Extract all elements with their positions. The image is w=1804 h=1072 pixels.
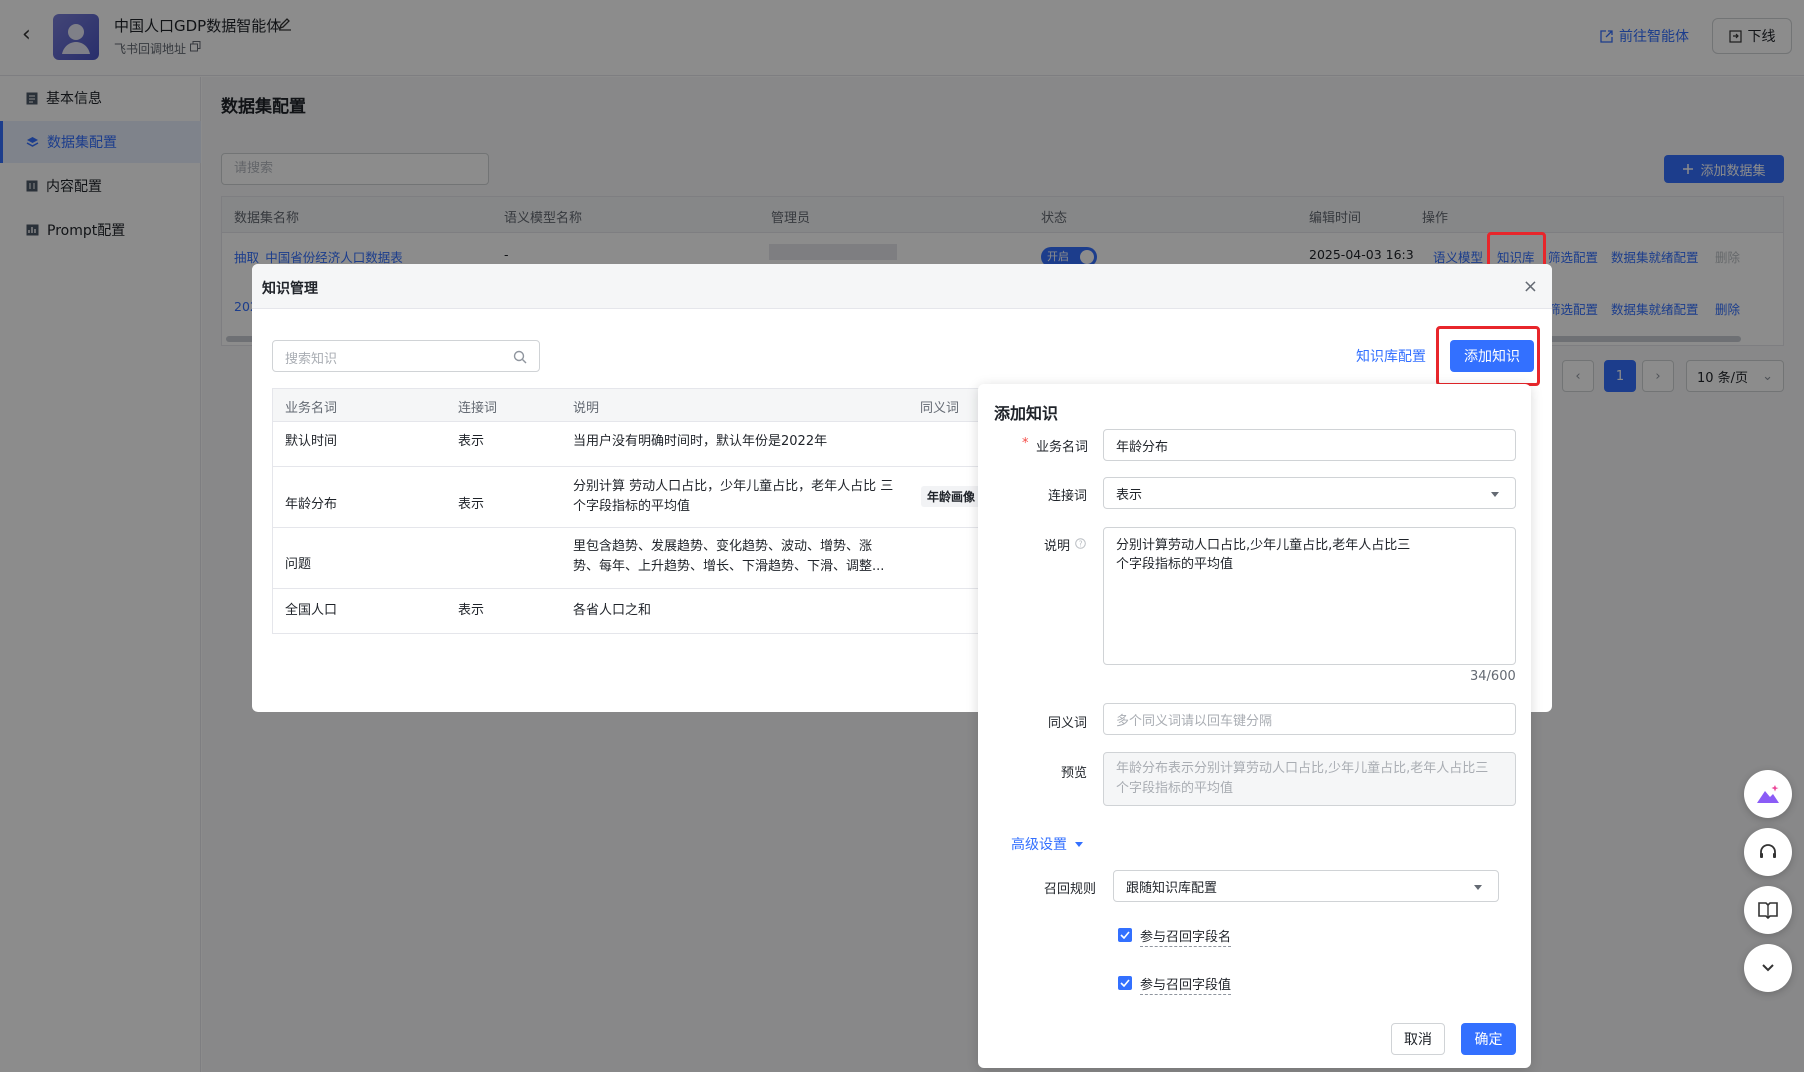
conn-cell: 表示 [458, 497, 485, 512]
chevron-down-icon [1762, 964, 1774, 972]
advanced-settings-toggle[interactable]: 高级设置 [1011, 834, 1083, 854]
knowledge-search-input[interactable]: 搜索知识 [272, 340, 540, 372]
column-header: 说明 [573, 401, 600, 416]
recall-rule-select[interactable]: 跟随知识库配置 [1113, 870, 1499, 902]
mountain-sparkle-icon [1757, 785, 1779, 803]
term-cell: 默认时间 [285, 434, 338, 449]
row-divider [273, 588, 1001, 589]
docs-button[interactable] [1744, 886, 1792, 934]
open-book-icon [1758, 902, 1778, 920]
preview-line: 年龄分布表示分别计算劳动人口占比,少年儿童占比,老年人占比三 [1116, 761, 1489, 776]
help-icon: ? [1075, 538, 1086, 549]
confirm-button[interactable]: 确定 [1461, 1023, 1516, 1055]
term-cell: 全国人口 [285, 603, 338, 618]
desc-cell-line1: 分别计算 劳动人口占比，少年儿童占比，老年人占比 三 [573, 479, 894, 494]
synonym-placeholder: 多个同义词请以回车键分隔 [1116, 713, 1273, 729]
search-icon [513, 350, 527, 364]
conn-cell: 表示 [458, 434, 485, 449]
collapse-button[interactable] [1744, 944, 1792, 992]
desc-textarea[interactable]: 分别计算劳动人口占比,少年儿童占比,老年人占比三 个字段指标的平均值 [1103, 527, 1516, 665]
conn-label: 连接词 [1048, 489, 1088, 504]
support-button[interactable] [1744, 828, 1792, 876]
desc-label: 说明 [1044, 539, 1071, 554]
advanced-settings-label: 高级设置 [1011, 837, 1067, 853]
checkmark-icon [1120, 931, 1130, 939]
recall-field-value-label[interactable]: 参与召回字段值 [1140, 974, 1232, 995]
search-placeholder: 搜索知识 [285, 352, 338, 367]
modal-title: 知识管理 [262, 281, 318, 297]
preview-box: 年龄分布表示分别计算劳动人口占比,少年儿童占比,老年人占比三 个字段指标的平均值 [1103, 752, 1516, 806]
desc-line: 分别计算劳动人口占比,少年儿童占比,老年人占比三 [1116, 538, 1411, 553]
column-header: 连接词 [458, 401, 498, 416]
desc-cell-line2: 个字段指标的平均值 [573, 499, 691, 514]
term-input[interactable]: 年龄分布 [1103, 429, 1516, 461]
svg-text:?: ? [1079, 539, 1083, 548]
row-divider [273, 527, 1001, 528]
synonym-tag: 年龄画像 [921, 486, 982, 507]
caret-down-icon [1075, 841, 1083, 847]
conn-value: 表示 [1116, 487, 1143, 503]
recall-field-value-checkbox[interactable] [1118, 976, 1132, 990]
term-cell: 问题 [285, 557, 312, 572]
desc-line: 个字段指标的平均值 [1116, 557, 1234, 572]
cancel-button[interactable]: 取消 [1391, 1023, 1445, 1055]
term-label: 业务名词 [1036, 440, 1089, 455]
checkmark-icon [1120, 979, 1130, 987]
modal-header: 知识管理 × [252, 264, 1552, 309]
desc-cell-line1: 里包含趋势、发展趋势、变化趋势、波动、增势、涨 [573, 539, 873, 554]
panel-title: 添加知识 [994, 404, 1059, 423]
ai-assistant-button[interactable] [1744, 770, 1792, 818]
desc-cell-line2: 势、每年、上升趋势、增长、下滑趋势、下滑、调整... [573, 559, 885, 574]
dropdown-caret-icon [1474, 885, 1482, 890]
char-counter: 34/600 [1470, 669, 1516, 684]
close-icon[interactable]: × [1523, 276, 1538, 297]
highlight-box-add-knowledge [1436, 326, 1540, 386]
recall-field-name-checkbox[interactable] [1118, 928, 1132, 942]
row-divider [273, 421, 1001, 422]
required-asterisk: * [1022, 436, 1029, 451]
desc-cell: 各省人口之和 [573, 603, 652, 618]
knowledge-table: 业务名词 连接词 说明 同义词 默认时间 表示 当用户没有明确时间时，默认年份是… [272, 388, 1002, 634]
row-divider [273, 466, 1001, 467]
dropdown-caret-icon [1491, 492, 1499, 497]
recall-rule-value: 跟随知识库配置 [1126, 880, 1218, 896]
synonym-label: 同义词 [1048, 716, 1088, 731]
headset-icon [1760, 844, 1776, 858]
table-header: 业务名词 连接词 说明 同义词 [273, 389, 1001, 421]
recall-rule-label: 召回规则 [1044, 882, 1097, 897]
column-header: 业务名词 [285, 401, 338, 416]
preview-line: 个字段指标的平均值 [1116, 781, 1234, 796]
recall-field-name-label[interactable]: 参与召回字段名 [1140, 926, 1232, 947]
term-cell: 年龄分布 [285, 497, 338, 512]
preview-label: 预览 [1061, 766, 1088, 781]
knowledge-base-config-link[interactable]: 知识库配置 [1356, 346, 1426, 366]
desc-cell: 当用户没有明确时间时，默认年份是2022年 [573, 434, 828, 449]
column-header: 同义词 [920, 401, 960, 416]
conn-cell: 表示 [458, 603, 485, 618]
conn-select[interactable]: 表示 [1103, 477, 1516, 509]
synonym-input[interactable]: 多个同义词请以回车键分隔 [1103, 703, 1516, 735]
